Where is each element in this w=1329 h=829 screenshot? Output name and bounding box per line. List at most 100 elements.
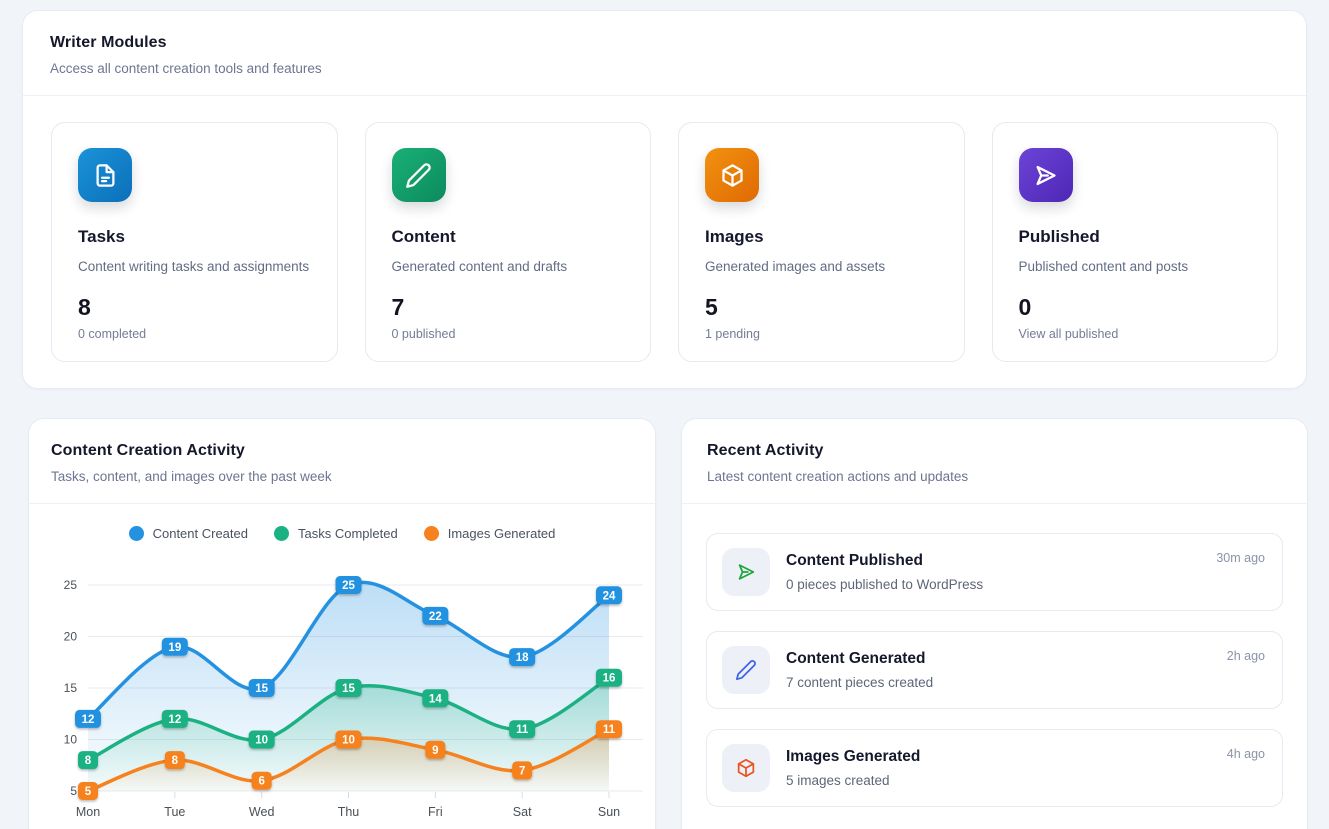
legend-label: Images Generated xyxy=(448,526,556,541)
writer-modules-header: Writer Modules Access all content creati… xyxy=(23,11,1306,96)
activity-chart: 510152025MonTueWedThuFriSatSun1219152522… xyxy=(29,559,657,829)
svg-text:10: 10 xyxy=(255,735,268,747)
activity-timestamp: 30m ago xyxy=(1216,551,1265,565)
legend-item[interactable]: Images Generated xyxy=(424,526,556,541)
svg-text:10: 10 xyxy=(342,735,355,747)
card-count: 5 xyxy=(705,294,938,321)
chart-legend: Content Created Tasks Completed Images Gen… xyxy=(29,526,655,541)
content-creation-activity-panel: Content Creation Activity Tasks, content… xyxy=(28,418,656,829)
svg-text:15: 15 xyxy=(255,683,268,695)
send-icon xyxy=(1032,162,1059,189)
svg-text:Fri: Fri xyxy=(428,805,443,819)
activity-item-content-generated[interactable]: Content Generated 7 content pieces creat… xyxy=(706,631,1283,709)
card-description: Generated images and assets xyxy=(705,259,938,274)
svg-text:8: 8 xyxy=(172,755,179,767)
writer-modules-title: Writer Modules xyxy=(50,34,1279,52)
activity-description: 7 content pieces created xyxy=(786,675,933,690)
svg-text:5: 5 xyxy=(70,784,77,798)
legend-label: Tasks Completed xyxy=(298,526,398,541)
svg-text:12: 12 xyxy=(82,714,95,726)
svg-text:14: 14 xyxy=(429,693,442,705)
activity-list: Content Published 0 pieces published to … xyxy=(682,504,1307,829)
svg-text:16: 16 xyxy=(603,673,616,685)
module-card-images[interactable]: Images Generated images and assets 5 1 p… xyxy=(678,122,965,362)
activity-title: Images Generated xyxy=(786,748,920,766)
activity-content: Content Generated 7 content pieces creat… xyxy=(786,650,933,690)
svg-text:Thu: Thu xyxy=(338,805,360,819)
pencil-icon xyxy=(735,659,757,681)
legend-dot xyxy=(424,526,439,541)
legend-dot xyxy=(274,526,289,541)
file-icon xyxy=(92,162,119,189)
card-subtext: 0 completed xyxy=(78,327,311,341)
card-subtext: 1 pending xyxy=(705,327,938,341)
activity-title: Content Generated xyxy=(786,650,933,668)
activity-title: Content Published xyxy=(786,552,983,570)
activity-description: 5 images created xyxy=(786,773,920,788)
svg-text:6: 6 xyxy=(258,776,264,788)
svg-text:20: 20 xyxy=(64,630,78,644)
svg-text:Mon: Mon xyxy=(76,805,100,819)
card-count: 0 xyxy=(1019,294,1252,321)
legend-item[interactable]: Content Created xyxy=(129,526,248,541)
svg-text:22: 22 xyxy=(429,611,442,623)
card-title: Tasks xyxy=(78,227,311,247)
recent-activity-panel: Recent Activity Latest content creation … xyxy=(681,418,1308,829)
svg-text:Sat: Sat xyxy=(513,805,532,819)
activity-content: Images Generated 5 images created xyxy=(786,748,920,788)
activity-icon-tile xyxy=(722,548,770,596)
activity-icon-tile xyxy=(722,646,770,694)
svg-text:18: 18 xyxy=(516,652,529,664)
published-tile xyxy=(1019,148,1073,202)
module-card-tasks[interactable]: Tasks Content writing tasks and assignme… xyxy=(51,122,338,362)
svg-text:12: 12 xyxy=(168,714,181,726)
activity-item-images-generated[interactable]: Images Generated 5 images created 4h ago xyxy=(706,729,1283,807)
card-description: Published content and posts xyxy=(1019,259,1252,274)
svg-text:24: 24 xyxy=(603,590,616,602)
card-count: 7 xyxy=(392,294,625,321)
activity-icon-tile xyxy=(722,744,770,792)
svg-text:15: 15 xyxy=(342,683,355,695)
legend-item[interactable]: Tasks Completed xyxy=(274,526,398,541)
svg-text:5: 5 xyxy=(85,786,92,798)
card-count: 8 xyxy=(78,294,311,321)
svg-text:Sun: Sun xyxy=(598,805,620,819)
svg-text:9: 9 xyxy=(432,745,438,757)
svg-text:25: 25 xyxy=(64,578,78,592)
svg-text:19: 19 xyxy=(168,642,181,654)
pencil-icon xyxy=(405,162,432,189)
card-description: Content writing tasks and assignments xyxy=(78,259,311,274)
recent-activity-title: Recent Activity xyxy=(707,442,1280,460)
cube-icon xyxy=(735,757,757,779)
tasks-tile xyxy=(78,148,132,202)
svg-text:11: 11 xyxy=(516,724,529,736)
recent-activity-subtitle: Latest content creation actions and upda… xyxy=(707,469,1280,484)
card-title: Content xyxy=(392,227,625,247)
dashboard-page: Writer Modules Access all content creati… xyxy=(0,0,1329,829)
bottom-row: Content Creation Activity Tasks, content… xyxy=(28,418,1307,829)
images-tile xyxy=(705,148,759,202)
chart-panel-header: Content Creation Activity Tasks, content… xyxy=(29,419,655,504)
svg-text:7: 7 xyxy=(519,765,525,777)
svg-text:15: 15 xyxy=(64,681,78,695)
recent-activity-header: Recent Activity Latest content creation … xyxy=(682,419,1307,504)
writer-modules-panel: Writer Modules Access all content creati… xyxy=(22,10,1307,389)
activity-timestamp: 2h ago xyxy=(1227,649,1265,663)
chart-panel-subtitle: Tasks, content, and images over the past… xyxy=(51,469,628,484)
svg-text:11: 11 xyxy=(603,724,616,736)
card-title: Images xyxy=(705,227,938,247)
module-card-published[interactable]: Published Published content and posts 0 … xyxy=(992,122,1279,362)
module-cards-row: Tasks Content writing tasks and assignme… xyxy=(23,96,1306,388)
svg-text:25: 25 xyxy=(342,580,355,592)
chart-body: Content Created Tasks Completed Images Gen… xyxy=(29,504,655,829)
content-tile xyxy=(392,148,446,202)
cube-icon xyxy=(719,162,746,189)
legend-label: Content Created xyxy=(153,526,248,541)
activity-item-content-published[interactable]: Content Published 0 pieces published to … xyxy=(706,533,1283,611)
module-card-content[interactable]: Content Generated content and drafts 7 0… xyxy=(365,122,652,362)
svg-text:10: 10 xyxy=(64,733,78,747)
card-subtext[interactable]: View all published xyxy=(1019,327,1252,341)
card-subtext: 0 published xyxy=(392,327,625,341)
card-description: Generated content and drafts xyxy=(392,259,625,274)
svg-text:Tue: Tue xyxy=(164,805,185,819)
